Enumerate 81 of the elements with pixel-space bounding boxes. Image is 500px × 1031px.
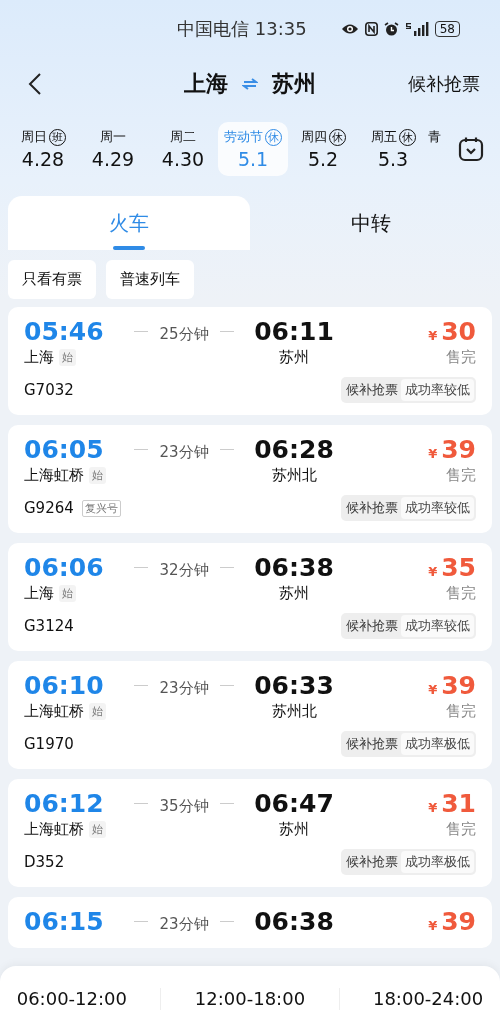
destination-city[interactable]: 苏州 <box>272 69 316 99</box>
departure-time: 06:15 <box>24 907 105 936</box>
time-range-option[interactable]: 06:00-12:00 <box>16 988 127 1009</box>
ticket-status: 售完 <box>446 466 476 485</box>
arrival-time: 06:28 <box>253 435 335 464</box>
train-type-tag: 复兴号 <box>81 499 121 517</box>
departure-time: 06:06 <box>24 553 105 582</box>
train-card[interactable]: 06:05 23分钟 06:28 ¥ 39 上海虹桥 始 苏州北 售完 G9264 复兴号 候补抢票 成功率较低 <box>8 425 492 533</box>
alarm-icon <box>383 21 399 37</box>
origin-station: 上海虹桥 <box>24 820 84 839</box>
destination-station: 苏州 <box>278 348 310 367</box>
ticket-status: 售完 <box>446 820 476 839</box>
train-card[interactable]: 06:15 23分钟 06:38 ¥ 39 <box>8 897 492 948</box>
battery-level: 58 <box>434 21 460 37</box>
nfc-icon <box>364 22 378 36</box>
destination-station: 苏州 <box>278 820 310 839</box>
carrier-time: 中国电信 13:35 <box>177 17 307 41</box>
filter-chip[interactable]: 普速列车 <box>106 260 194 299</box>
origin-badge: 始 <box>89 467 106 484</box>
departure-time: 05:46 <box>24 317 105 346</box>
eye-icon <box>340 23 359 35</box>
departure-time: 06:05 <box>24 435 105 464</box>
success-rate-label: 成功率较低 <box>401 497 474 519</box>
ticket-status: 售完 <box>446 348 476 367</box>
train-number: G3124 <box>24 617 74 635</box>
arrival-time: 06:38 <box>253 553 335 582</box>
origin-city[interactable]: 上海 <box>184 69 228 99</box>
mode-tab[interactable]: 火车 <box>8 196 250 250</box>
train-card[interactable]: 06:10 23分钟 06:33 ¥ 39 上海虹桥 始 苏州北 售完 G1970 候补抢票 成功率极低 <box>8 661 492 769</box>
date-tab[interactable]: 周二 4.30 <box>148 122 218 176</box>
destination-station: 苏州 <box>278 584 310 603</box>
success-rate-label: 成功率极低 <box>401 851 474 873</box>
calendar-icon[interactable] <box>458 136 484 162</box>
price: ¥ 35 <box>428 553 476 582</box>
price: ¥ 31 <box>428 789 476 818</box>
train-card[interactable]: 06:12 35分钟 06:47 ¥ 31 上海虹桥 始 苏州 售完 D352 候补抢票 成功率极低 <box>8 779 492 887</box>
origin-station: 上海 <box>24 584 54 603</box>
origin-station: 上海 <box>24 348 54 367</box>
time-range-option[interactable]: 18:00-24:00 <box>372 988 484 1009</box>
origin-badge: 始 <box>89 821 106 838</box>
success-rate-label: 成功率极低 <box>401 733 474 755</box>
time-range-option[interactable]: 12:00-18:00 <box>194 988 306 1009</box>
origin-station: 上海虹桥 <box>24 466 84 485</box>
ticket-status: 售完 <box>446 702 476 721</box>
signal-icon <box>404 22 429 36</box>
train-card[interactable]: 06:06 32分钟 06:38 ¥ 35 上海 始 苏州 售完 G3124 候补抢票 成功率较低 <box>8 543 492 651</box>
success-rate-label: 成功率较低 <box>401 615 474 637</box>
destination-station: 苏州北 <box>270 702 318 721</box>
arrival-time: 06:33 <box>253 671 335 700</box>
arrival-time: 06:47 <box>253 789 335 818</box>
price: ¥ 39 <box>428 435 476 464</box>
price: ¥ 39 <box>428 671 476 700</box>
date-tab[interactable]: 青 <box>428 122 450 176</box>
origin-badge: 始 <box>59 585 76 602</box>
date-tab[interactable]: 劳动节 休 5.1 <box>218 122 288 176</box>
origin-station: 上海虹桥 <box>24 702 84 721</box>
mode-tab[interactable]: 中转 <box>250 196 492 250</box>
train-number: G9264 <box>24 499 74 517</box>
date-tab[interactable]: 周四 休 5.2 <box>288 122 358 176</box>
departure-time: 06:12 <box>24 789 105 818</box>
train-card[interactable]: 05:46 25分钟 06:11 ¥ 30 上海 始 苏州 售完 G7032 候补抢票 成功率较低 <box>8 307 492 415</box>
filter-chip[interactable]: 只看有票 <box>8 260 96 299</box>
swap-icon[interactable] <box>242 78 258 90</box>
price: ¥ 39 <box>428 907 476 936</box>
arrival-time: 06:38 <box>253 907 335 936</box>
departure-time: 06:10 <box>24 671 105 700</box>
price: ¥ 30 <box>428 317 476 346</box>
train-number: G1970 <box>24 735 74 753</box>
back-icon[interactable] <box>28 72 42 96</box>
success-rate-label: 成功率较低 <box>401 379 474 401</box>
train-number: D352 <box>24 853 65 871</box>
train-number: G7032 <box>24 381 74 399</box>
origin-badge: 始 <box>89 703 106 720</box>
arrival-time: 06:11 <box>253 317 335 346</box>
origin-badge: 始 <box>59 349 76 366</box>
ticket-status: 售完 <box>446 584 476 603</box>
destination-station: 苏州北 <box>270 466 318 485</box>
date-tab[interactable]: 周五 休 5.3 <box>358 122 428 176</box>
waitlist-link[interactable]: 候补抢票 <box>408 72 480 96</box>
date-tab[interactable]: 周日 班 4.28 <box>8 122 78 176</box>
date-tab[interactable]: 周一 4.29 <box>78 122 148 176</box>
